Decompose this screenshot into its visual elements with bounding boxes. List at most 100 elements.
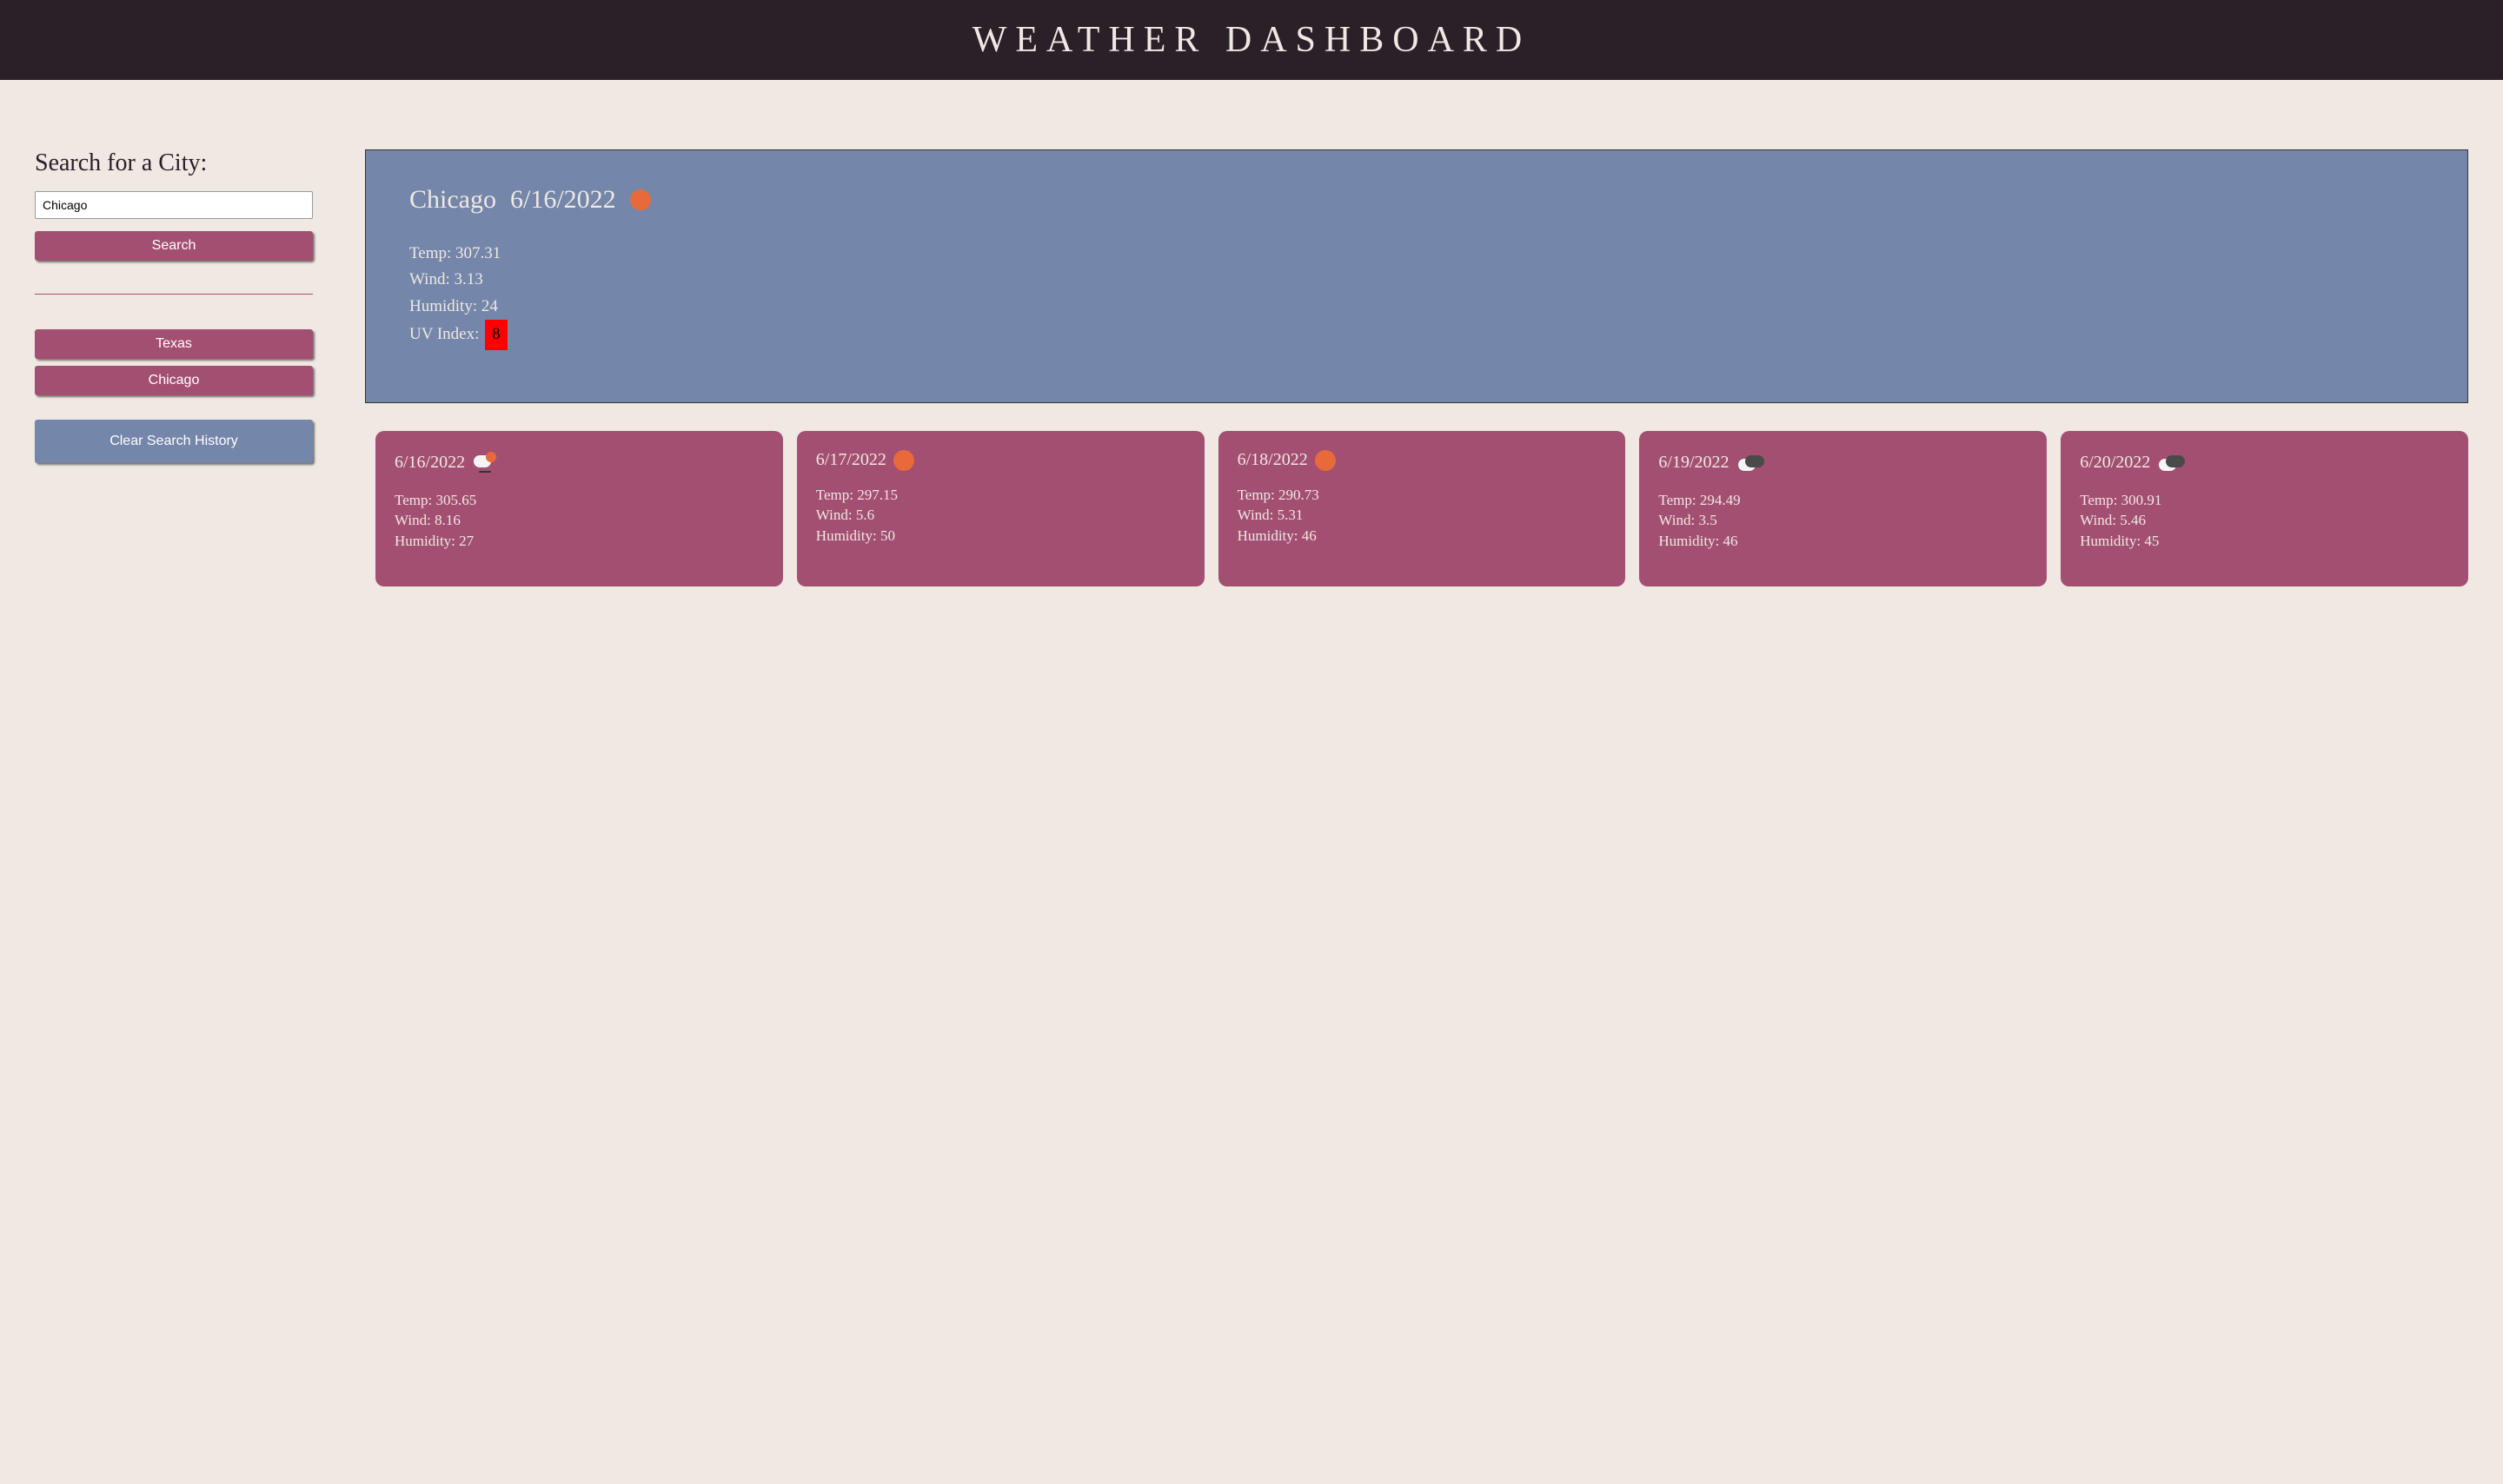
- main-container: Search for a City: Search Texas Chicago …: [0, 80, 2503, 621]
- app-header: WEATHER DASHBOARD: [0, 0, 2503, 80]
- current-title-row: Chicago 6/16/2022: [409, 185, 2424, 215]
- forecast-stats: Temp: 294.49 Wind: 3.5 Humidity: 46: [1658, 490, 2028, 552]
- forecast-date: 6/17/2022: [816, 450, 886, 470]
- forecast-humidity: 46: [1302, 527, 1317, 544]
- search-button[interactable]: Search: [35, 231, 313, 261]
- wind-label: Wind:: [1658, 512, 1695, 528]
- current-humidity-value: 24: [481, 297, 498, 315]
- sun-icon: [630, 189, 651, 210]
- forecast-wind-row: Wind: 5.31: [1238, 505, 1607, 526]
- clouds-icon: [1736, 450, 1763, 476]
- temp-label: Temp:: [395, 492, 432, 508]
- clouds-icon: [2157, 450, 2183, 476]
- forecast-temp-row: Temp: 294.49: [1658, 490, 2028, 511]
- forecast-date: 6/20/2022: [2080, 453, 2150, 473]
- forecast-wind: 8.16: [435, 512, 461, 528]
- forecast-wind-row: Wind: 8.16: [395, 510, 764, 531]
- forecast-humidity: 45: [2144, 533, 2159, 549]
- forecast-humidity-row: Humidity: 46: [1238, 526, 1607, 547]
- rain-icon: [472, 450, 498, 476]
- forecast-temp-row: Temp: 300.91: [2080, 490, 2449, 511]
- temp-label: Temp:: [816, 487, 853, 503]
- forecast-wind: 5.46: [2120, 512, 2146, 528]
- forecast-temp: 294.49: [1700, 492, 1741, 508]
- sun-icon: [893, 450, 914, 471]
- forecast-temp-row: Temp: 305.65: [395, 490, 764, 511]
- temp-label: Temp:: [2080, 492, 2117, 508]
- forecast-humidity: 27: [459, 533, 474, 549]
- history-item[interactable]: Texas: [35, 329, 313, 359]
- forecast-card: 6/19/2022 Temp: 294.49 Wind: 3.5 Humidit…: [1639, 431, 2047, 586]
- current-date: 6/16/2022: [510, 185, 616, 215]
- wind-label: Wind:: [1238, 507, 1274, 523]
- forecast-date-row: 6/20/2022: [2080, 450, 2449, 476]
- forecast-temp-row: Temp: 297.15: [816, 485, 1185, 506]
- humidity-label: Humidity:: [816, 527, 877, 544]
- temp-label: Temp:: [1658, 492, 1696, 508]
- sidebar: Search for a City: Search Texas Chicago …: [35, 149, 313, 586]
- wind-label: Wind:: [816, 507, 853, 523]
- divider: [35, 294, 313, 295]
- current-temp-value: 307.31: [455, 244, 501, 262]
- current-wind-row: Wind: 3.13: [409, 267, 2424, 293]
- forecast-temp: 297.15: [857, 487, 898, 503]
- clear-history-button[interactable]: Clear Search History: [35, 420, 313, 463]
- humidity-label: Humidity:: [395, 533, 455, 549]
- wind-label: Wind:: [409, 270, 450, 288]
- humidity-label: Humidity:: [1238, 527, 1298, 544]
- forecast-card: 6/16/2022 Temp: 305.65 Wind: 8.16 Humidi…: [375, 431, 783, 586]
- forecast-stats: Temp: 300.91 Wind: 5.46 Humidity: 45: [2080, 490, 2449, 552]
- sun-icon: [1315, 450, 1336, 471]
- search-history: Texas Chicago: [35, 329, 313, 402]
- search-heading: Search for a City:: [35, 149, 313, 177]
- forecast-temp-row: Temp: 290.73: [1238, 485, 1607, 506]
- current-temp-row: Temp: 307.31: [409, 241, 2424, 267]
- forecast-humidity-row: Humidity: 45: [2080, 531, 2449, 552]
- history-item[interactable]: Chicago: [35, 366, 313, 395]
- forecast-wind: 3.5: [1698, 512, 1716, 528]
- forecast-date-row: 6/19/2022: [1658, 450, 2028, 476]
- forecast-temp: 300.91: [2121, 492, 2162, 508]
- forecast-wind-row: Wind: 3.5: [1658, 510, 2028, 531]
- forecast-humidity-row: Humidity: 46: [1658, 531, 2028, 552]
- city-search-input[interactable]: [35, 191, 313, 219]
- forecast-card: 6/17/2022 Temp: 297.15 Wind: 5.6 Humidit…: [797, 431, 1205, 586]
- humidity-label: Humidity:: [409, 297, 477, 315]
- forecast-humidity: 50: [880, 527, 895, 544]
- forecast-humidity-row: Humidity: 27: [395, 531, 764, 552]
- current-weather-card: Chicago 6/16/2022 Temp: 307.31 Wind: 3.1…: [365, 149, 2468, 403]
- forecast-stats: Temp: 290.73 Wind: 5.31 Humidity: 46: [1238, 485, 1607, 547]
- temp-label: Temp:: [1238, 487, 1275, 503]
- forecast-stats: Temp: 297.15 Wind: 5.6 Humidity: 50: [816, 485, 1185, 547]
- forecast-date: 6/19/2022: [1658, 453, 1729, 473]
- forecast-date: 6/16/2022: [395, 453, 465, 473]
- humidity-label: Humidity:: [2080, 533, 2141, 549]
- forecast-card: 6/18/2022 Temp: 290.73 Wind: 5.31 Humidi…: [1218, 431, 1626, 586]
- forecast-wind-row: Wind: 5.46: [2080, 510, 2449, 531]
- current-city: Chicago: [409, 185, 496, 215]
- current-stats: Temp: 307.31 Wind: 3.13 Humidity: 24 UV …: [409, 241, 2424, 350]
- wind-label: Wind:: [395, 512, 431, 528]
- app-title: WEATHER DASHBOARD: [0, 19, 2503, 61]
- forecast-date-row: 6/16/2022: [395, 450, 764, 476]
- forecast-temp: 290.73: [1278, 487, 1319, 503]
- forecast-row: 6/16/2022 Temp: 305.65 Wind: 8.16 Humidi…: [365, 431, 2468, 586]
- forecast-stats: Temp: 305.65 Wind: 8.16 Humidity: 27: [395, 490, 764, 552]
- forecast-wind: 5.31: [1278, 507, 1304, 523]
- current-wind-value: 3.13: [454, 270, 482, 288]
- forecast-humidity: 46: [1723, 533, 1738, 549]
- uv-badge: 8: [485, 320, 508, 349]
- forecast-date-row: 6/18/2022: [1238, 450, 1607, 471]
- forecast-card: 6/20/2022 Temp: 300.91 Wind: 5.46 Humidi…: [2061, 431, 2468, 586]
- humidity-label: Humidity:: [1658, 533, 1719, 549]
- forecast-wind-row: Wind: 5.6: [816, 505, 1185, 526]
- current-humidity-row: Humidity: 24: [409, 294, 2424, 320]
- uv-label: UV Index:: [409, 325, 479, 343]
- forecast-wind: 5.6: [856, 507, 874, 523]
- forecast-date-row: 6/17/2022: [816, 450, 1185, 471]
- temp-label: Temp:: [409, 244, 451, 262]
- forecast-humidity-row: Humidity: 50: [816, 526, 1185, 547]
- forecast-temp: 305.65: [435, 492, 476, 508]
- main-panel: Chicago 6/16/2022 Temp: 307.31 Wind: 3.1…: [365, 149, 2468, 586]
- wind-label: Wind:: [2080, 512, 2116, 528]
